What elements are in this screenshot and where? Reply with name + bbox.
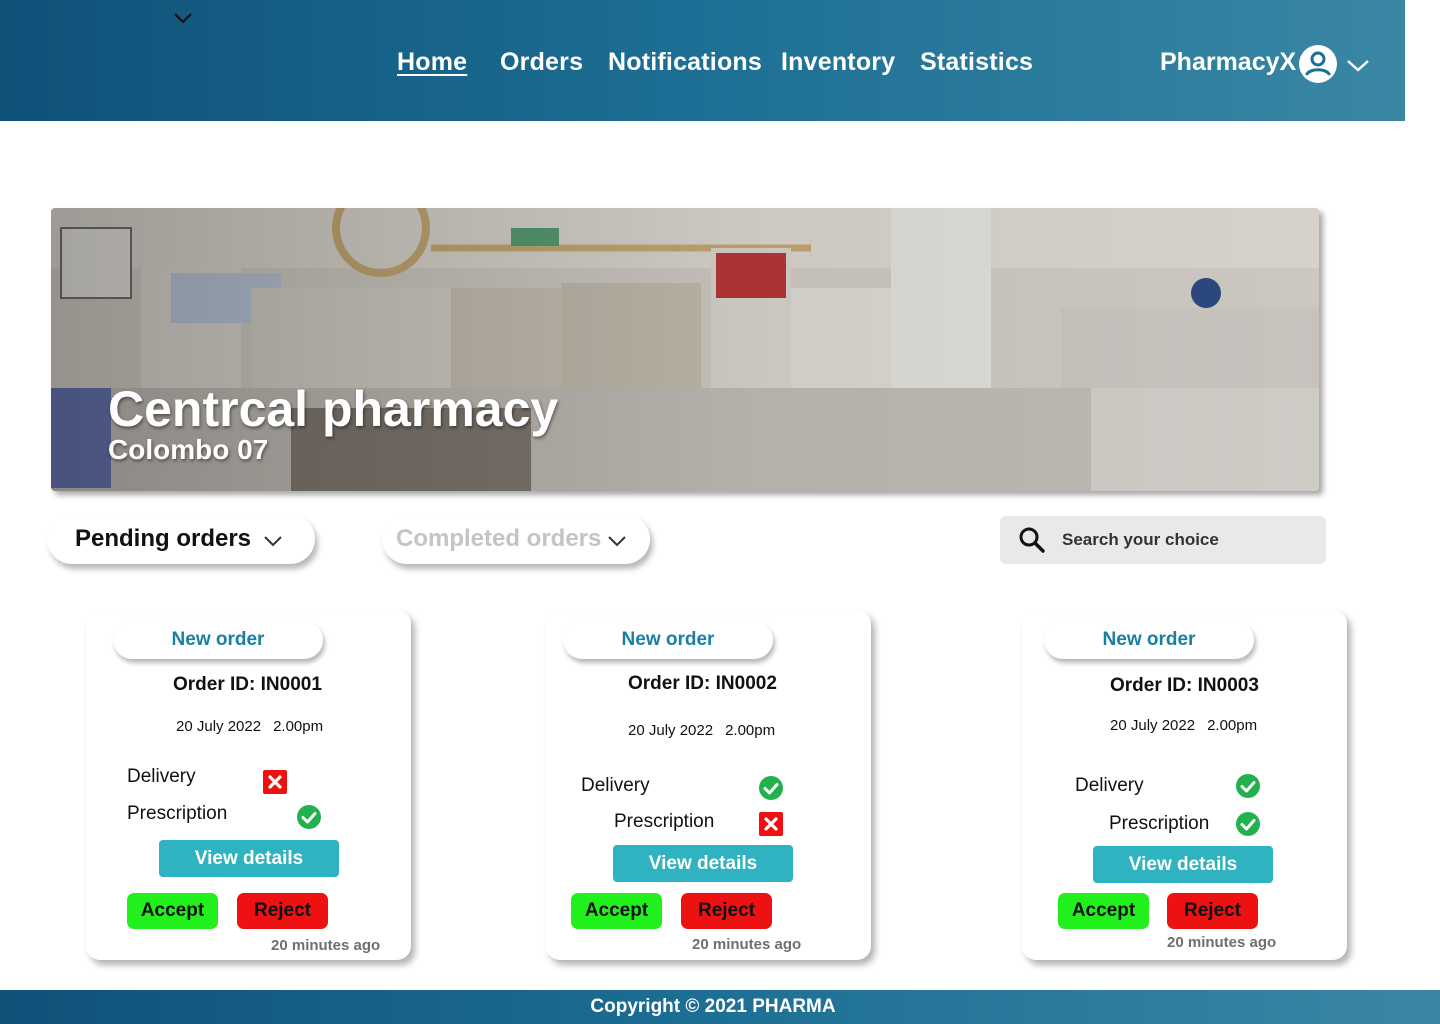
user-circle-icon[interactable] — [1298, 44, 1338, 84]
prescription-label: Prescription — [614, 811, 715, 832]
nav-inventory[interactable]: Inventory — [781, 48, 895, 77]
accept-button[interactable]: Accept — [571, 893, 662, 929]
reject-button[interactable]: Reject — [237, 893, 328, 929]
order-id: Order ID: IN0002 — [628, 673, 777, 694]
search-input[interactable] — [1062, 530, 1312, 550]
new-order-badge: New order — [563, 621, 773, 659]
view-details-button[interactable]: View details — [159, 840, 339, 877]
delivery-label: Delivery — [1075, 775, 1144, 796]
view-details-button[interactable]: View details — [1093, 846, 1273, 883]
chevron-down-icon[interactable] — [172, 10, 194, 26]
pharmacy-banner: Centrcal pharmacy Colombo 07 — [51, 208, 1319, 491]
footer: Copyright © 2021 PHARMA — [0, 990, 1440, 1024]
check-circle-icon — [759, 776, 783, 800]
delivery-label: Delivery — [581, 775, 650, 796]
order-time: 2.00pm — [725, 722, 776, 739]
accept-button[interactable]: Accept — [1058, 893, 1149, 929]
cross-icon — [263, 770, 287, 794]
order-datetime: 20 July 2022 2.00pm — [1110, 717, 1257, 734]
order-date: 20 July 2022 — [176, 718, 262, 735]
new-order-badge: New order — [1044, 621, 1254, 659]
pending-orders-dropdown[interactable]: Pending orders — [47, 514, 315, 564]
reject-button[interactable]: Reject — [1167, 893, 1258, 929]
accept-button[interactable]: Accept — [127, 893, 218, 929]
order-datetime: 20 July 2022 2.00pm — [628, 722, 775, 739]
search-icon[interactable] — [1018, 526, 1046, 554]
time-ago: 20 minutes ago — [692, 936, 802, 953]
copyright-text: Copyright © 2021 PHARMA — [590, 996, 836, 1017]
nav-home[interactable]: Home — [397, 48, 467, 77]
order-time: 2.00pm — [273, 718, 324, 735]
pharmacy-name: Centrcal pharmacy — [108, 381, 559, 437]
chevron-down-icon — [608, 536, 627, 547]
order-card: New order Order ID: IN0001 20 July 2022 2… — [86, 610, 411, 960]
order-card: New order Order ID: IN0003 20 July 2022 2… — [1022, 610, 1347, 960]
nav-notifications[interactable]: Notifications — [608, 48, 762, 77]
check-circle-icon — [1236, 774, 1260, 798]
check-circle-icon — [297, 805, 321, 829]
pending-orders-label: Pending orders — [75, 525, 252, 552]
reject-button[interactable]: Reject — [681, 893, 772, 929]
cross-icon — [759, 812, 783, 836]
completed-orders-label: Completed orders — [396, 525, 602, 552]
chevron-down-icon[interactable] — [1346, 56, 1370, 74]
order-time: 2.00pm — [1207, 717, 1258, 734]
order-date: 20 July 2022 — [628, 722, 714, 739]
prescription-label: Prescription — [127, 803, 228, 824]
order-date: 20 July 2022 — [1110, 717, 1196, 734]
order-datetime: 20 July 2022 2.00pm — [176, 718, 323, 735]
completed-orders-dropdown[interactable]: Completed orders — [382, 514, 650, 564]
delivery-label: Delivery — [127, 766, 196, 787]
order-id: Order ID: IN0003 — [1110, 675, 1259, 696]
order-id: Order ID: IN0001 — [173, 674, 322, 695]
check-circle-icon — [1236, 812, 1260, 836]
view-details-button[interactable]: View details — [613, 845, 793, 882]
nav-orders[interactable]: Orders — [500, 48, 583, 77]
prescription-label: Prescription — [1109, 813, 1210, 834]
top-navbar: Home Orders Notifications Inventory Stat… — [0, 0, 1405, 121]
order-card: New order Order ID: IN0002 20 July 2022 2… — [546, 610, 871, 960]
search-bar — [1000, 516, 1326, 564]
chevron-down-icon — [264, 536, 282, 547]
pharmacy-location: Colombo 07 — [108, 434, 269, 465]
nav-statistics[interactable]: Statistics — [920, 48, 1033, 77]
brand-name: PharmacyX — [1160, 48, 1297, 76]
time-ago: 20 minutes ago — [271, 937, 381, 954]
time-ago: 20 minutes ago — [1167, 934, 1277, 951]
new-order-badge: New order — [113, 621, 323, 659]
